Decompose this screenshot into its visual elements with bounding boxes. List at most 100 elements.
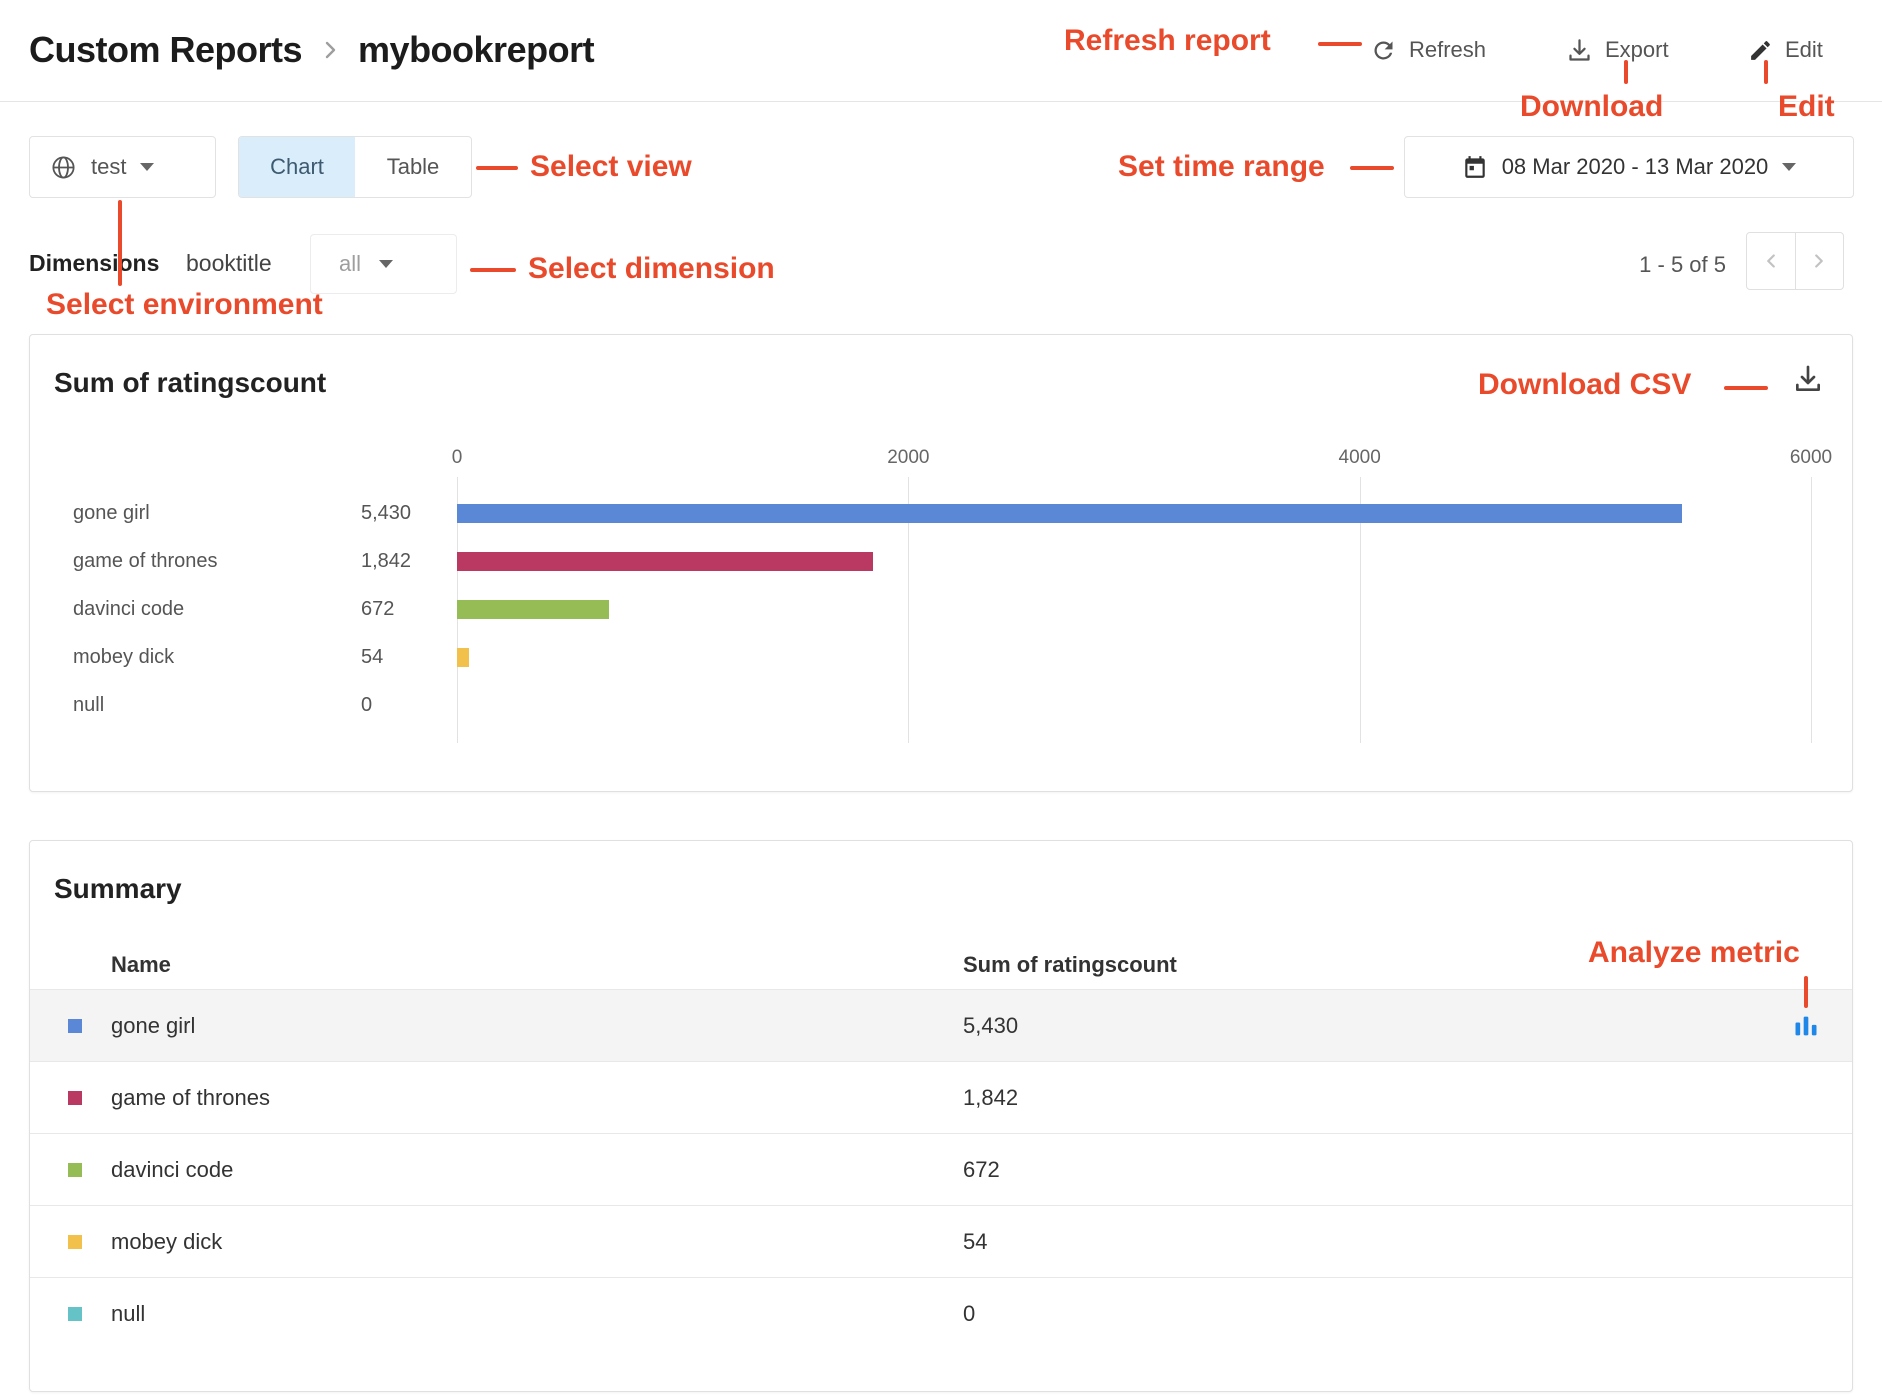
dimension-selected-value: all [339,251,361,277]
chevron-down-icon [1782,163,1796,171]
chart-card: Sum of ratingscount 0200040006000 gone g… [29,334,1853,792]
annotation-edit: Edit [1778,90,1835,124]
gridline [1811,477,1812,743]
annotation-line-download [1624,60,1628,84]
table-cell-name: null [30,1301,963,1327]
series-color-swatch [68,1235,82,1249]
download-csv-button[interactable] [1792,363,1824,395]
axis-tick-label: 6000 [1790,447,1832,469]
refresh-button[interactable]: Refresh [1370,0,1486,100]
annotation-analyze-metric: Analyze metric [1588,936,1800,970]
chart-bar[interactable] [457,552,873,571]
series-color-swatch [68,1091,82,1105]
table-cell-name: davinci code [30,1157,963,1183]
export-label: Export [1605,37,1669,63]
annotation-select-environment: Select environment [46,288,323,322]
tab-chart[interactable]: Chart [239,137,355,197]
chart-category-label: davinci code [73,598,361,621]
export-button[interactable]: Export [1566,0,1669,100]
chart-bar-track [457,600,1811,619]
series-color-swatch [68,1307,82,1321]
chart-title: Sum of ratingscount [54,367,326,399]
tab-table[interactable]: Table [355,137,471,197]
chart-row: mobey dick54 [73,633,1811,681]
breadcrumb-report-name: mybookreport [358,29,594,71]
table-cell-value: 0 [963,1301,1852,1327]
chart-value-label: 0 [361,694,457,717]
table-row[interactable]: game of thrones1,842 [30,1061,1852,1133]
table-cell-name: game of thrones [30,1085,963,1111]
pencil-icon [1748,38,1773,63]
table-row[interactable]: gone girl 5,430 [30,989,1852,1061]
chart-bar-track [457,552,1811,571]
table-cell-value: 5,430 [963,1013,1792,1039]
pagination-status: 1 - 5 of 5 [1596,252,1726,278]
dimension-value-select[interactable]: all [310,234,457,294]
chart-bar-track [457,504,1811,523]
table-cell-value: 54 [963,1229,1852,1255]
annotation-line-edit [1764,60,1768,84]
column-header-name: Name [30,952,963,978]
table-row[interactable]: mobey dick54 [30,1205,1852,1277]
pagination-controls [1746,232,1844,290]
previous-page-button[interactable] [1747,233,1795,289]
chart-value-label: 672 [361,598,457,621]
axis-tick-label: 0 [452,447,463,469]
annotation-download-csv: Download CSV [1478,368,1691,402]
row-name: game of thrones [111,1085,270,1111]
dimensions-label: Dimensions [29,250,159,277]
next-page-button[interactable] [1795,233,1843,289]
row-name: davinci code [111,1157,233,1183]
chart-rows: gone girl5,430game of thrones1,842davinc… [73,489,1811,729]
table-row[interactable]: null0 [30,1277,1852,1349]
chart-tick-row: 0200040006000 [457,447,1811,477]
chart-bar[interactable] [457,648,469,667]
dimension-name: booktitle [186,250,272,277]
environment-label: test [91,154,126,180]
breadcrumb-custom-reports[interactable]: Custom Reports [29,29,302,71]
chart-row: game of thrones1,842 [73,537,1811,585]
annotation-line-select-environment [118,200,122,286]
chart-bar-track [457,696,1811,715]
annotation-download: Download [1520,90,1663,124]
chart-row: gone girl5,430 [73,489,1811,537]
table-row[interactable]: davinci code 672 [30,1133,1852,1205]
chart-value-label: 1,842 [361,550,457,573]
annotation-line-select-view [476,166,518,170]
table-cell-name: mobey dick [30,1229,963,1255]
annotation-line-select-dimension [470,268,516,272]
view-toggle: Chart Table [238,136,472,198]
annotation-select-view: Select view [530,150,692,184]
chart-plot-area: gone girl5,430game of thrones1,842davinc… [73,477,1811,743]
refresh-icon [1370,37,1397,64]
date-range-picker[interactable]: 08 Mar 2020 - 13 Mar 2020 [1404,136,1854,198]
globe-icon [50,154,77,181]
summary-rows: gone girl5,430game of thrones1,842davinc… [30,989,1852,1349]
chart-category-label: game of thrones [73,550,361,573]
axis-tick-label: 4000 [1339,447,1381,469]
row-name: gone girl [111,1013,195,1039]
chevron-down-icon [140,163,154,171]
chart-category-label: null [73,694,361,717]
chart-row: davinci code672 [73,585,1811,633]
breadcrumb: Custom Reports mybookreport [29,0,594,100]
series-color-swatch [68,1019,82,1033]
bar-chart: 0200040006000 gone girl5,430game of thro… [73,447,1811,743]
table-cell-value: 672 [963,1157,1852,1183]
environment-selector[interactable]: test [29,136,216,198]
chevron-right-icon [318,38,342,62]
header: Custom Reports mybookreport Refresh Expo… [0,0,1882,102]
chevron-down-icon [379,260,393,268]
edit-label: Edit [1785,37,1823,63]
edit-button[interactable]: Edit [1748,0,1823,100]
summary-title: Summary [54,873,182,905]
chart-row: null0 [73,681,1811,729]
chart-bar[interactable] [457,600,609,619]
table-cell-name: gone girl [30,1013,963,1039]
annotation-line-set-time-range [1350,166,1394,170]
annotation-refresh-report: Refresh report [1064,24,1271,58]
chart-value-label: 5,430 [361,502,457,525]
chart-bar[interactable] [457,504,1682,523]
chart-category-label: mobey dick [73,646,361,669]
analyze-metric-button[interactable] [1792,1012,1820,1040]
